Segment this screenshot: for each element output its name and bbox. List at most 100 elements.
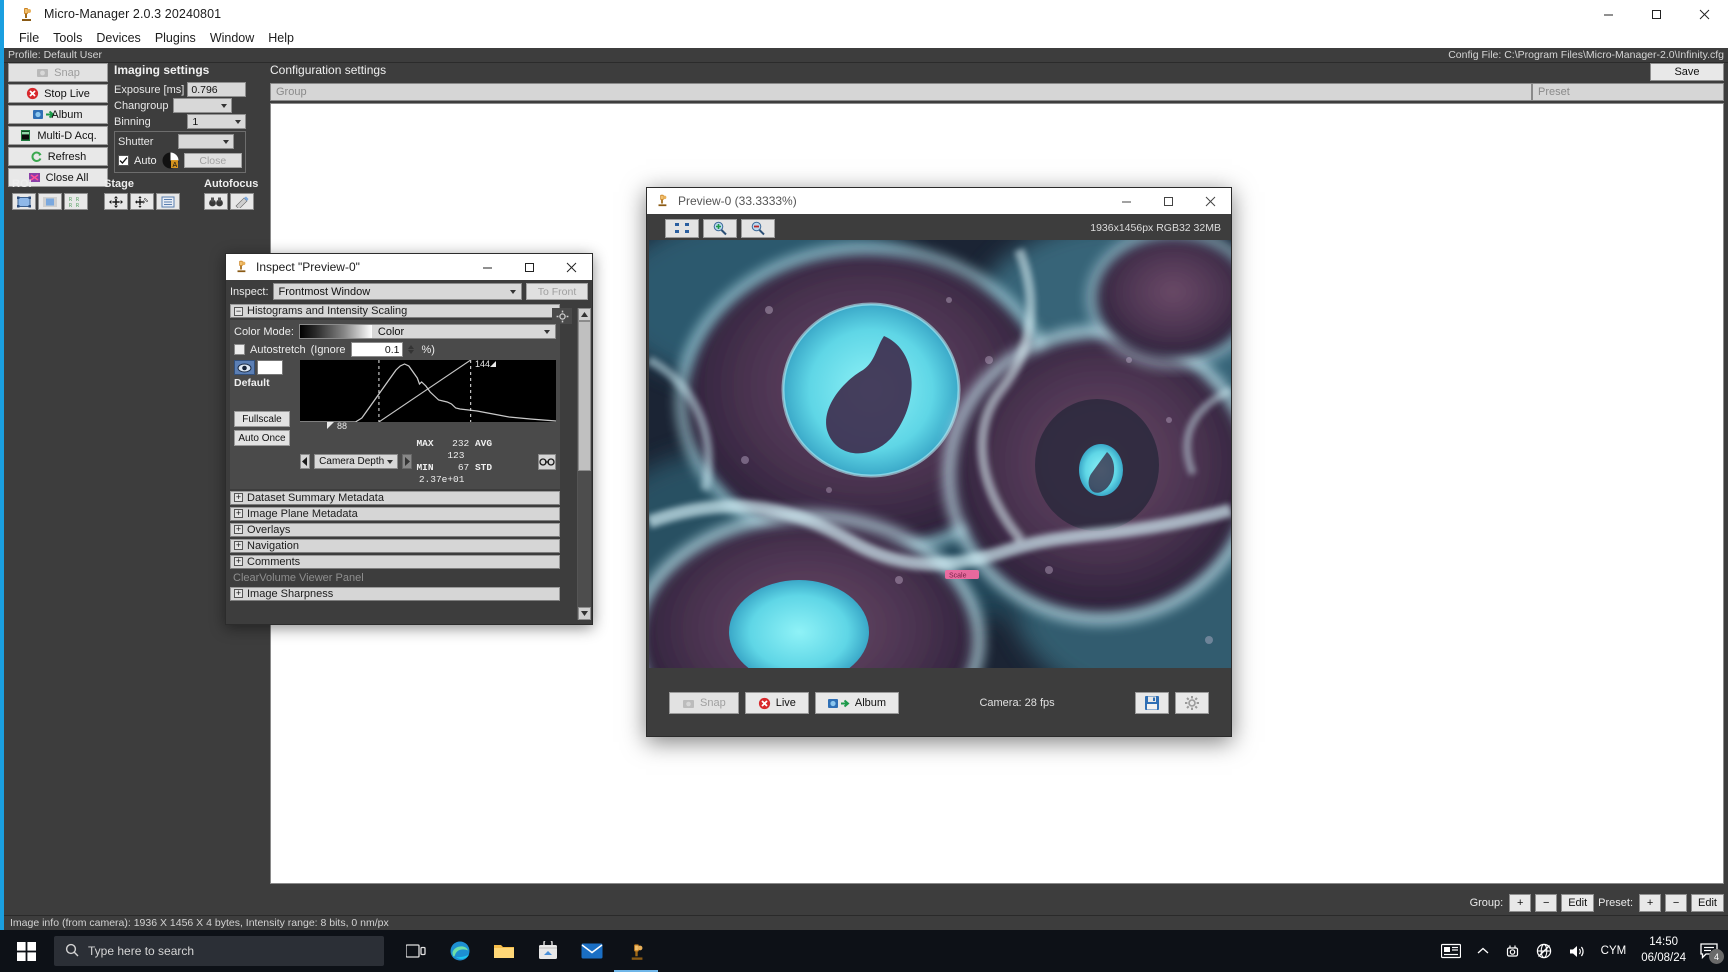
roi-select-icon[interactable] <box>12 193 36 210</box>
histogram-min-handle[interactable] <box>327 422 334 429</box>
preview-minimize-button[interactable] <box>1105 188 1147 214</box>
file-explorer-icon[interactable] <box>482 930 526 972</box>
menu-window[interactable]: Window <box>203 30 261 46</box>
roi-zoom-icon[interactable] <box>38 193 62 210</box>
menu-plugins[interactable]: Plugins <box>148 30 203 46</box>
auto-checkbox[interactable] <box>118 155 129 166</box>
minimize-button[interactable] <box>1584 0 1632 28</box>
inspect-close-button[interactable] <box>550 254 592 280</box>
next-depth-button[interactable] <box>402 454 412 469</box>
preview-snap-button[interactable]: Snap <box>669 692 739 714</box>
volume-icon[interactable] <box>1561 930 1592 972</box>
stop-live-button[interactable]: Stop Live <box>8 84 108 103</box>
edge-icon[interactable] <box>438 930 482 972</box>
menu-devices[interactable]: Devices <box>89 30 147 46</box>
histogram-max-handle[interactable] <box>490 361 496 367</box>
stage-list-icon[interactable] <box>156 193 180 210</box>
group-add-button[interactable]: + <box>1509 894 1531 912</box>
store-icon[interactable] <box>526 930 570 972</box>
shutter-close-button[interactable]: Close <box>184 153 242 168</box>
refresh-button[interactable]: Refresh <box>8 147 108 166</box>
floppy-save-icon[interactable] <box>1135 692 1169 714</box>
auto-once-button[interactable]: Auto Once <box>234 430 290 446</box>
close-button[interactable] <box>1680 0 1728 28</box>
menu-help[interactable]: Help <box>261 30 301 46</box>
zoom-in-icon[interactable] <box>703 219 737 238</box>
fit-to-window-icon[interactable] <box>665 219 699 238</box>
section-histograms-header[interactable]: − Histograms and Intensity Scaling <box>230 304 560 318</box>
column-header-preset[interactable]: Preset <box>1532 83 1724 101</box>
mail-icon[interactable] <box>570 930 614 972</box>
section-image-sharpness[interactable]: + Image Sharpness <box>230 587 560 601</box>
gear-icon[interactable] <box>552 308 572 324</box>
ignore-percent-input[interactable]: 0.1 <box>351 342 403 357</box>
section-comments[interactable]: + Comments <box>230 555 560 569</box>
channel-color-swatch[interactable] <box>257 360 283 375</box>
clock[interactable]: 14:50 06/08/24 <box>1635 935 1692 966</box>
autofocus-settings-icon[interactable] <box>230 193 254 210</box>
changroup-select[interactable] <box>173 98 232 113</box>
zoom-out-icon[interactable] <box>741 219 775 238</box>
depth-select[interactable]: Camera Depth <box>314 454 398 469</box>
chevron-up-icon[interactable] <box>1470 930 1496 972</box>
scrollbar-thumb[interactable] <box>578 321 591 471</box>
windows-start-icon[interactable] <box>0 930 52 972</box>
inspect-target-select[interactable]: Frontmost Window <box>273 283 522 300</box>
preview-album-button[interactable]: Album <box>815 692 899 714</box>
stage-move-icon[interactable] <box>104 193 128 210</box>
section-dataset-summary-metadata[interactable]: + Dataset Summary Metadata <box>230 491 560 505</box>
fullscale-button[interactable]: Fullscale <box>234 411 290 427</box>
scroll-up-button[interactable] <box>578 308 591 321</box>
network-icon[interactable] <box>1529 930 1559 972</box>
task-view-icon[interactable] <box>394 930 438 972</box>
save-button[interactable]: Save <box>1650 63 1724 81</box>
section-image-plane-metadata[interactable]: + Image Plane Metadata <box>230 507 560 521</box>
shutter-select[interactable] <box>178 134 234 149</box>
notification-icon[interactable]: 4 <box>1694 930 1724 972</box>
ignore-percent-stepper[interactable] <box>408 345 417 354</box>
preset-remove-button[interactable]: − <box>1665 894 1687 912</box>
preview-live-button[interactable]: Live <box>745 692 809 714</box>
scrollbar-track[interactable] <box>578 321 591 607</box>
camera-tray-icon[interactable] <box>1498 930 1527 972</box>
preview-maximize-button[interactable] <box>1147 188 1189 214</box>
preview-close-button[interactable] <box>1189 188 1231 214</box>
search-input[interactable]: Type here to search <box>54 936 384 966</box>
snap-button[interactable]: Snap <box>8 63 108 82</box>
shutter-toggle-icon[interactable]: A <box>162 152 179 169</box>
preset-add-button[interactable]: + <box>1639 894 1661 912</box>
binning-select[interactable]: 1 <box>187 114 246 129</box>
menu-tools[interactable]: Tools <box>46 30 89 46</box>
prev-depth-button[interactable] <box>300 454 310 469</box>
stage-xy-icon[interactable] <box>130 193 154 210</box>
autofocus-binocular-icon[interactable] <box>204 193 228 210</box>
album-button[interactable]: Album <box>8 105 108 124</box>
autostretch-checkbox[interactable] <box>234 344 245 355</box>
link-icon[interactable] <box>538 454 556 470</box>
roi-grid-icon[interactable]: RRRR <box>64 193 88 210</box>
inspect-minimize-button[interactable] <box>466 254 508 280</box>
color-mode-select[interactable]: Color <box>299 324 556 339</box>
preset-edit-button[interactable]: Edit <box>1691 894 1724 912</box>
section-overlays[interactable]: + Overlays <box>230 523 560 537</box>
column-header-group[interactable]: Group <box>270 83 1532 101</box>
preview-image-canvas[interactable]: Scale <box>649 240 1231 668</box>
scroll-down-button[interactable] <box>578 607 591 620</box>
news-weather-icon[interactable] <box>1434 930 1468 972</box>
gear-icon[interactable] <box>1175 692 1209 714</box>
group-remove-button[interactable]: − <box>1535 894 1557 912</box>
roi-group-label: ROI <box>12 178 88 190</box>
multi-d-acq-button[interactable]: Multi-D Acq. <box>8 126 108 145</box>
menu-file[interactable]: File <box>12 30 46 46</box>
to-front-button[interactable]: To Front <box>526 283 588 300</box>
group-edit-button[interactable]: Edit <box>1561 894 1594 912</box>
exposure-input[interactable]: 0.796 <box>187 82 246 97</box>
eye-icon[interactable] <box>234 360 255 375</box>
micro-manager-icon[interactable] <box>614 930 658 972</box>
maximize-button[interactable] <box>1632 0 1680 28</box>
section-navigation[interactable]: + Navigation <box>230 539 560 553</box>
language-indicator[interactable]: CYM <box>1594 930 1634 972</box>
inspect-scrollbar[interactable] <box>577 308 590 620</box>
inspect-maximize-button[interactable] <box>508 254 550 280</box>
histogram-plot[interactable]: 144 <box>300 360 556 422</box>
